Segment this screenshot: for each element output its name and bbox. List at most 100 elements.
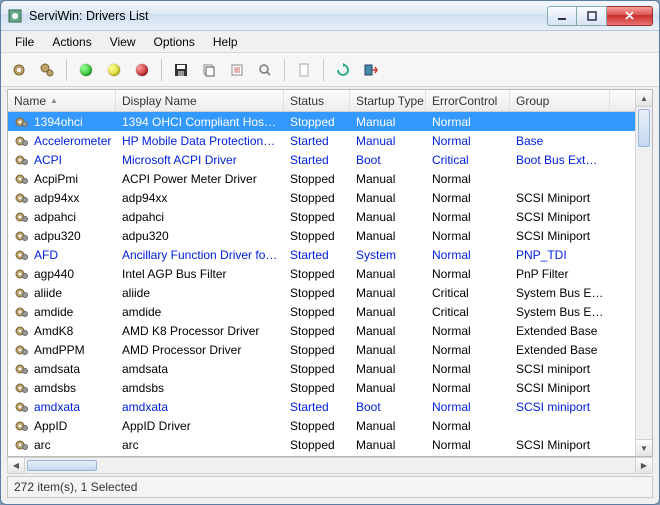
table-row[interactable]: AmdPPMAMD Processor DriverStoppedManualN… — [8, 340, 652, 359]
col-name[interactable]: Name▲ — [8, 90, 116, 111]
tb-pause-icon[interactable] — [102, 58, 126, 82]
table-row[interactable]: ACPIMicrosoft ACPI DriverStartedBootCrit… — [8, 150, 652, 169]
table-row[interactable]: adpu320adpu320StoppedManualNormalSCSI Mi… — [8, 226, 652, 245]
menu-actions[interactable]: Actions — [44, 33, 99, 51]
tb-gear1-icon[interactable] — [7, 58, 31, 82]
app-window: ServiWin: Drivers List File Actions View… — [0, 0, 660, 505]
tb-exit-icon[interactable] — [359, 58, 383, 82]
maximize-button[interactable] — [577, 6, 607, 26]
tb-gear2-icon[interactable] — [35, 58, 59, 82]
tb-start-icon[interactable] — [74, 58, 98, 82]
cell-display: AppID Driver — [116, 418, 284, 434]
scroll-track[interactable] — [636, 107, 652, 439]
table-row[interactable]: arcsasarcsasStoppedManualNormalSCSI mini… — [8, 454, 652, 456]
menu-view[interactable]: View — [102, 33, 144, 51]
cell-group: PNP_TDI — [510, 247, 610, 263]
col-status[interactable]: Status — [284, 90, 350, 111]
cell-startup: Manual — [350, 228, 426, 244]
tb-newdoc-icon[interactable] — [292, 58, 316, 82]
cell-display: 1394 OHCI Compliant Host C... — [116, 114, 284, 130]
col-errorcontrol[interactable]: ErrorControl — [426, 90, 510, 111]
cell-startup: Manual — [350, 285, 426, 301]
tb-refresh-icon[interactable] — [331, 58, 355, 82]
cell-error: Normal — [426, 361, 510, 377]
scroll-down-icon[interactable]: ▼ — [636, 439, 652, 456]
cell-group: SCSI miniport — [510, 361, 610, 377]
cell-error: Normal — [426, 266, 510, 282]
col-displayname[interactable]: Display Name — [116, 90, 284, 111]
cell-group: Base — [510, 133, 610, 149]
menu-help[interactable]: Help — [205, 33, 246, 51]
columns-header: Name▲ Display Name Status Startup Type E… — [8, 90, 652, 112]
cell-status: Started — [284, 399, 350, 415]
menu-file[interactable]: File — [7, 33, 42, 51]
cell-error: Critical — [426, 304, 510, 320]
status-text: 272 item(s), 1 Selected — [14, 480, 137, 494]
tb-stop-icon[interactable] — [130, 58, 154, 82]
cell-name: ACPI — [34, 153, 62, 167]
table-row[interactable]: AppIDAppID DriverStoppedManualNormal — [8, 416, 652, 435]
cell-name: agp440 — [34, 267, 74, 281]
table-row[interactable]: AFDAncillary Function Driver for ...Star… — [8, 245, 652, 264]
cell-error: Normal — [426, 247, 510, 263]
col-startuptype[interactable]: Startup Type — [350, 90, 426, 111]
menu-options[interactable]: Options — [146, 33, 203, 51]
cell-name: adpahci — [34, 210, 76, 224]
cell-display: arc — [116, 437, 284, 453]
table-row[interactable]: adpahciadpahciStoppedManualNormalSCSI Mi… — [8, 207, 652, 226]
cell-group: Extended Base — [510, 323, 610, 339]
table-row[interactable]: amdsataamdsataStoppedManualNormalSCSI mi… — [8, 359, 652, 378]
horizontal-scrollbar[interactable]: ◀ ▶ — [7, 457, 653, 474]
hscroll-track[interactable] — [25, 458, 635, 473]
cell-display: ACPI Power Meter Driver — [116, 171, 284, 187]
cell-display: adp94xx — [116, 190, 284, 206]
minimize-button[interactable] — [547, 6, 577, 26]
table-row[interactable]: adp94xxadp94xxStoppedManualNormalSCSI Mi… — [8, 188, 652, 207]
tb-save-icon[interactable] — [169, 58, 193, 82]
cell-status: Stopped — [284, 114, 350, 130]
cell-status: Stopped — [284, 380, 350, 396]
close-button[interactable] — [607, 6, 653, 26]
cell-group: SCSI Miniport — [510, 380, 610, 396]
titlebar[interactable]: ServiWin: Drivers List — [1, 1, 659, 31]
table-row[interactable]: AmdK8AMD K8 Processor DriverStoppedManua… — [8, 321, 652, 340]
table-row[interactable]: AcpiPmiACPI Power Meter DriverStoppedMan… — [8, 169, 652, 188]
cell-startup: Boot — [350, 399, 426, 415]
cell-startup: Manual — [350, 304, 426, 320]
tb-copy-icon[interactable] — [197, 58, 221, 82]
scroll-thumb[interactable] — [638, 109, 650, 147]
sort-asc-icon: ▲ — [50, 96, 58, 105]
table-row[interactable]: amdideamdideStoppedManualCriticalSystem … — [8, 302, 652, 321]
cell-group: SCSI miniport — [510, 399, 610, 415]
scroll-left-icon[interactable]: ◀ — [8, 458, 25, 473]
cell-status: Stopped — [284, 437, 350, 453]
cell-name: adp94xx — [34, 191, 79, 205]
cell-error: Normal — [426, 171, 510, 187]
gear-icon — [14, 324, 30, 338]
cell-group: SCSI Miniport — [510, 190, 610, 206]
cell-status: Started — [284, 247, 350, 263]
cell-group: SCSI miniport — [510, 456, 610, 457]
gear-icon — [14, 305, 30, 319]
cell-group: System Bus Exter — [510, 304, 610, 320]
scroll-up-icon[interactable]: ▲ — [636, 90, 652, 107]
table-row[interactable]: amdxataamdxataStartedBootNormalSCSI mini… — [8, 397, 652, 416]
cell-status: Stopped — [284, 171, 350, 187]
tb-properties-icon[interactable] — [225, 58, 249, 82]
vertical-scrollbar[interactable]: ▲ ▼ — [635, 90, 652, 456]
tb-find-icon[interactable] — [253, 58, 277, 82]
gear-icon — [14, 362, 30, 376]
cell-name: arc — [34, 438, 51, 452]
scroll-right-icon[interactable]: ▶ — [635, 458, 652, 473]
hscroll-thumb[interactable] — [27, 460, 97, 471]
cell-startup: Manual — [350, 114, 426, 130]
table-row[interactable]: amdsbsamdsbsStoppedManualNormalSCSI Mini… — [8, 378, 652, 397]
statusbar: 272 item(s), 1 Selected — [7, 476, 653, 498]
cell-error: Critical — [426, 285, 510, 301]
table-row[interactable]: agp440Intel AGP Bus FilterStoppedManualN… — [8, 264, 652, 283]
table-row[interactable]: 1394ohci1394 OHCI Compliant Host C...Sto… — [8, 112, 652, 131]
col-group[interactable]: Group — [510, 90, 610, 111]
table-row[interactable]: AccelerometerHP Mobile Data Protection S… — [8, 131, 652, 150]
table-row[interactable]: aliidealiideStoppedManualCriticalSystem … — [8, 283, 652, 302]
table-row[interactable]: arcarcStoppedManualNormalSCSI Miniport — [8, 435, 652, 454]
